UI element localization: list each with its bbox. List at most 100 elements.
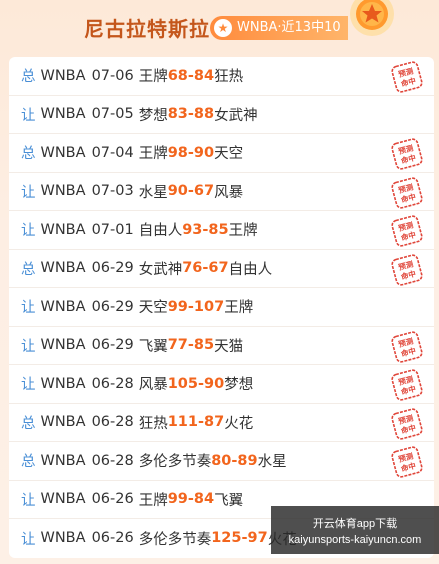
away-score: 67 xyxy=(193,183,215,200)
home-team: 自由人 xyxy=(138,223,183,240)
away-score: 107 xyxy=(193,298,225,315)
away-team: 女武神 xyxy=(214,107,258,124)
hit-stamp-icon: 预测命中 xyxy=(391,330,423,363)
bet-type-label: 总 xyxy=(21,454,36,471)
league-label: WNBA xyxy=(40,67,86,84)
away-team: 火花 xyxy=(224,415,254,432)
record-row[interactable]: 让 WNBA 06-29 天空 99 - 107 王牌 xyxy=(9,288,434,327)
hit-stamp-icon: 预测命中 xyxy=(391,215,423,247)
bet-type-label: 总 xyxy=(21,261,36,278)
home-team: 多伦多节奏 xyxy=(138,454,212,471)
home-score: 125 xyxy=(211,530,242,547)
bet-type-label: 让 xyxy=(21,300,36,317)
league-label: WNBA xyxy=(40,530,86,547)
hit-stamp-icon: 预测命中 xyxy=(391,446,423,478)
home-score: 68 xyxy=(167,67,188,84)
match-date: 07-06 xyxy=(91,67,134,84)
home-team: 多伦多节奏 xyxy=(138,531,212,548)
record-badge: ★ WNBA·近13中10 xyxy=(210,16,348,40)
watermark-overlay[interactable]: 开云体育app下载 kaiyunsports-kaiyuncn.com xyxy=(271,506,439,554)
record-row[interactable]: 总 WNBA 06-29 女武神 76 - 67 自由人 预测 命中 xyxy=(9,250,434,288)
record-row[interactable]: 总 WNBA 06-28 多伦多节奏 80 - 89 水星 预测 命中 xyxy=(9,442,434,481)
home-score: 111 xyxy=(167,414,198,431)
medal-icon xyxy=(350,0,394,36)
home-team: 飞翼 xyxy=(138,338,168,355)
home-score: 83 xyxy=(167,106,188,123)
record-row[interactable]: 让 WNBA 07-03 水星 90 - 67 风暴 预测 命中 xyxy=(9,173,434,211)
league-label: WNBA xyxy=(40,183,86,200)
record-row[interactable]: 总 WNBA 07-06 王牌 68 - 84 狂热 预测 命中 xyxy=(9,57,434,96)
home-team: 水星 xyxy=(138,184,168,201)
home-score: 77 xyxy=(167,337,188,354)
match-date: 06-29 xyxy=(91,260,134,277)
home-team: 王牌 xyxy=(138,146,168,163)
home-team: 王牌 xyxy=(138,69,168,86)
away-score: 67 xyxy=(208,260,229,277)
hit-stamp-icon: 预测命中 xyxy=(391,253,423,286)
match-date: 06-28 xyxy=(91,414,134,431)
star-icon: ★ xyxy=(214,19,232,37)
away-score: 84 xyxy=(193,67,215,84)
home-score: 105 xyxy=(167,375,198,392)
page: 尼古拉特斯拉 ★ WNBA·近13中10 总 WNBA 07-06 王牌 68 - 84… xyxy=(0,0,439,564)
away-score: 90 xyxy=(193,144,215,161)
home-team: 风暴 xyxy=(138,377,168,394)
bet-type-label: 总 xyxy=(21,415,36,432)
away-score: 90 xyxy=(204,375,225,392)
bet-type-label: 让 xyxy=(21,107,36,124)
record-row[interactable]: 让 WNBA 06-29 飞翼 77 - 85 天猫 预测 命中 xyxy=(9,327,434,365)
league-label: WNBA xyxy=(40,375,86,392)
league-label: WNBA xyxy=(40,106,86,123)
match-date: 07-03 xyxy=(91,183,134,200)
bet-type-label: 让 xyxy=(21,223,36,240)
record-list: 总 WNBA 07-06 王牌 68 - 84 狂热 预测 命中让 WNBA 07-05 梦想 83 … xyxy=(9,57,434,558)
match-date: 07-05 xyxy=(91,106,134,123)
home-score: 93 xyxy=(182,221,203,238)
home-score: 80 xyxy=(211,452,232,469)
match-date: 06-28 xyxy=(91,452,134,469)
match-date: 06-29 xyxy=(91,298,134,315)
league-label: WNBA xyxy=(40,260,86,277)
bet-type-label: 总 xyxy=(21,69,36,86)
home-team: 王牌 xyxy=(138,492,168,509)
away-score: 97 xyxy=(247,530,268,547)
record-row[interactable]: 让 WNBA 07-01 自由人 93 - 85 王牌 预测 命中 xyxy=(9,211,434,250)
expert-header: 尼古拉特斯拉 ★ WNBA·近13中10 xyxy=(0,0,439,56)
away-team: 天空 xyxy=(214,146,244,163)
away-team: 风暴 xyxy=(214,184,244,201)
expert-name: 尼古拉特斯拉 xyxy=(84,17,210,41)
overlay-line-2: kaiyunsports-kaiyuncn.com xyxy=(288,534,422,546)
away-team: 王牌 xyxy=(228,223,258,240)
league-label: WNBA xyxy=(40,452,86,469)
away-team: 王牌 xyxy=(224,300,254,317)
home-score: 76 xyxy=(182,260,203,277)
away-score: 87 xyxy=(204,414,225,431)
record-row[interactable]: 让 WNBA 06-28 风暴 105 - 90 梦想 预测 命中 xyxy=(9,365,434,404)
away-score: 85 xyxy=(193,337,215,354)
away-team: 水星 xyxy=(257,454,287,471)
bet-type-label: 让 xyxy=(21,531,36,548)
overlay-line-1: 开云体育app下载 xyxy=(312,518,398,530)
bet-type-label: 让 xyxy=(21,184,36,201)
home-score: 99 xyxy=(167,298,188,315)
hit-stamp-icon: 预测命中 xyxy=(391,369,423,401)
bet-type-label: 让 xyxy=(21,377,36,394)
record-row[interactable]: 总 WNBA 06-28 狂热 111 - 87 火花 预测 命中 xyxy=(9,404,434,442)
home-team: 梦想 xyxy=(138,107,168,124)
record-row[interactable]: 总 WNBA 07-04 王牌 98 - 90 天空 预测 命中 xyxy=(9,134,434,173)
bet-type-label: 总 xyxy=(21,146,36,163)
home-team: 女武神 xyxy=(138,261,183,278)
away-score: 88 xyxy=(193,106,215,123)
match-date: 06-26 xyxy=(91,530,134,547)
match-date: 07-04 xyxy=(91,144,134,161)
away-team: 天猫 xyxy=(214,338,244,355)
home-score: 99 xyxy=(167,491,188,508)
bet-type-label: 让 xyxy=(21,338,36,355)
league-label: WNBA xyxy=(40,337,86,354)
record-row[interactable]: 让 WNBA 07-05 梦想 83 - 88 女武神 xyxy=(9,96,434,134)
hit-stamp-icon: 预测命中 xyxy=(391,138,423,170)
away-score: 84 xyxy=(193,491,215,508)
hit-stamp-icon: 预测命中 xyxy=(391,176,423,209)
match-date: 06-29 xyxy=(91,337,134,354)
match-date: 06-28 xyxy=(91,375,134,392)
